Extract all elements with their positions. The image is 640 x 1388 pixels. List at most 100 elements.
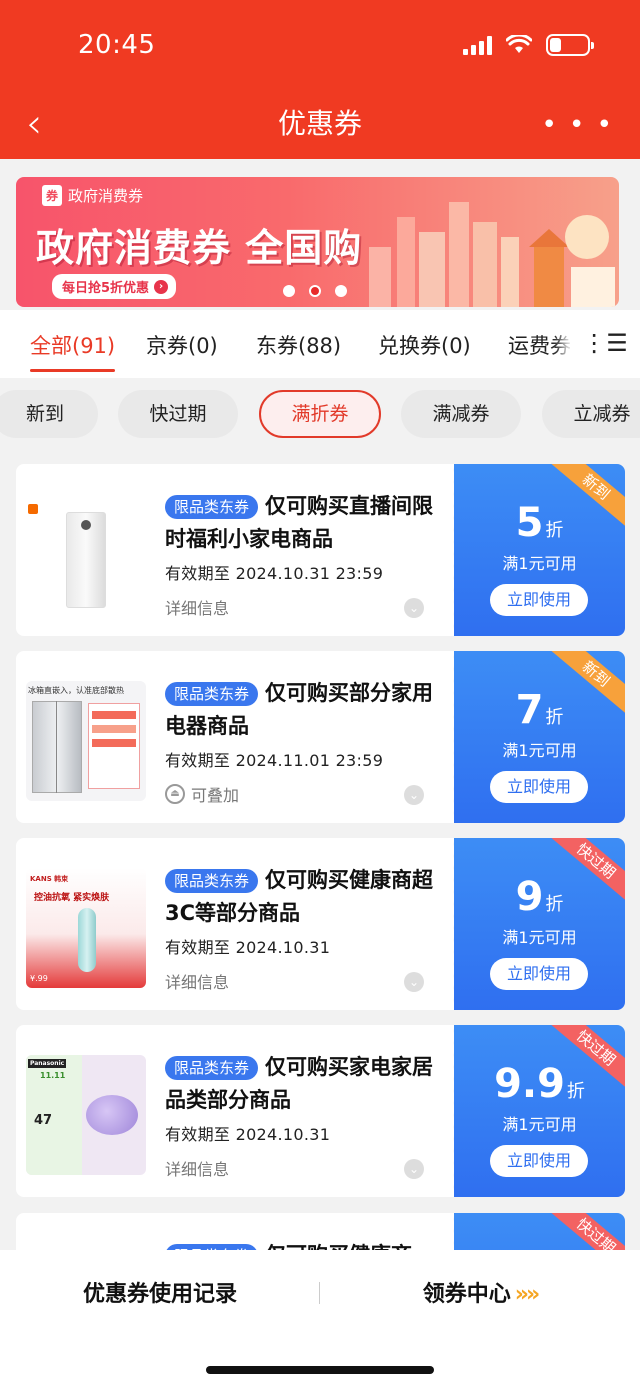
bottom-bar: 优惠券使用记录 领券中心»» xyxy=(0,1250,640,1388)
discount-unit: 折 xyxy=(545,520,564,541)
coupon-title: 仅可购买部分家用电器商品 xyxy=(165,681,433,738)
coupon-value: 快过期 9.9 折 满1元可用 立即使用 xyxy=(454,1025,625,1197)
coupon-amount: 7折 xyxy=(454,687,625,733)
tab-all[interactable]: 全部(91) xyxy=(30,330,116,372)
coupon-detail-link[interactable]: 详细信息 xyxy=(165,969,229,993)
coupon-validity: 有效期至 2024.10.31 xyxy=(165,1125,331,1144)
use-now-button[interactable]: 立即使用 xyxy=(490,958,588,990)
signal-icon xyxy=(463,35,492,55)
carousel-indicator xyxy=(283,285,347,297)
thumb-price: 47 xyxy=(34,1113,53,1128)
coupon-detail-link[interactable]: 详细信息 xyxy=(165,595,229,619)
product-thumbnail xyxy=(26,494,146,614)
coupon-threshold: 满1元可用 xyxy=(502,928,577,947)
chevron-down-icon[interactable]: ⌄ xyxy=(404,785,424,805)
coupon-history-button[interactable]: 优惠券使用记录 xyxy=(0,1276,320,1308)
tab-menu-icon[interactable]: ⋮☰ xyxy=(570,320,640,366)
coupon-amount: 9折 xyxy=(454,874,625,920)
tab-dong[interactable]: 东券(88) xyxy=(256,330,341,360)
banner-badge-label: 政府消费券 xyxy=(68,187,144,205)
home-indicator xyxy=(206,1366,434,1374)
stackable-text: 可叠加 xyxy=(191,786,240,805)
coupon-card[interactable]: 冰箱直嵌入，认准底部散热 限品类东券 仅可购买部分家用电器商品 有效期至 202… xyxy=(16,651,625,823)
product-thumbnail: Panasonic 11.11 47 xyxy=(26,1055,146,1175)
use-now-button[interactable]: 立即使用 xyxy=(490,584,588,616)
chip-discount[interactable]: 满折券 xyxy=(259,390,381,438)
coupon-info: 冰箱直嵌入，认准底部散热 限品类东券 仅可购买部分家用电器商品 有效期至 202… xyxy=(16,651,458,823)
coupon-validity: 有效期至 2024.11.01 23:59 xyxy=(165,751,384,770)
tab-jing[interactable]: 京券(0) xyxy=(146,330,218,360)
tab-shipping[interactable]: 运费券 xyxy=(508,330,571,360)
city-skyline-image xyxy=(369,202,615,307)
chevron-down-icon[interactable]: ⌄ xyxy=(404,598,424,618)
chevrons-right-icon: »» xyxy=(514,1282,540,1307)
thumb-price: ¥.99 xyxy=(30,974,48,983)
chevron-down-icon[interactable]: ⌄ xyxy=(404,972,424,992)
chevron-down-icon[interactable]: ⌄ xyxy=(404,1159,424,1179)
detail-label: 详细信息 xyxy=(165,599,230,618)
product-thumbnail: 冰箱直嵌入，认准底部散热 xyxy=(26,681,146,801)
filter-chips: 新到 快过期 满折券 满减券 立减券 xyxy=(0,380,640,450)
coupon-title: 仅可购买直播间限时福利小家电商品 xyxy=(165,494,433,551)
discount-unit: 折 xyxy=(545,894,564,915)
product-thumbnail: KANS 韩束 控油抗氧 紧实焕肤 ¥.99 xyxy=(26,868,146,988)
detail-label: 详细信息 xyxy=(165,1160,230,1179)
thumb-caption: 控油抗氧 紧实焕肤 xyxy=(34,893,110,903)
chip-instant[interactable]: 立减券 xyxy=(542,390,640,438)
carousel-dot-active[interactable] xyxy=(309,285,321,297)
more-button[interactable]: • • • xyxy=(541,110,614,140)
detail-label: 详细信息 xyxy=(165,973,230,992)
coupon-validity: 有效期至 2024.10.31 23:59 xyxy=(165,564,384,583)
coupon-info: 限品类东券 仅可购买直播间限时福利小家电商品 有效期至 2024.10.31 2… xyxy=(16,464,458,636)
discount-value: 5 xyxy=(515,500,544,546)
coupon-badge-icon: 券 xyxy=(42,185,63,206)
brand-logo xyxy=(28,504,38,514)
banner-cta-label: 每日抢5折优惠 xyxy=(62,281,150,296)
coupon-card[interactable]: KANS 韩束 控油抗氧 紧实焕肤 ¥.99 限品类东券 仅可购买健康商超3C等… xyxy=(16,838,625,1010)
use-now-button[interactable]: 立即使用 xyxy=(490,1145,588,1177)
discount-value: 7 xyxy=(515,687,544,733)
coupon-title: 仅可购买健康商超3C等部分商品 xyxy=(165,868,433,925)
coupon-info: Panasonic 11.11 47 限品类东券 仅可购买家电家居品类部分商品 … xyxy=(16,1025,458,1197)
stackable-label: ⏏ 可叠加 xyxy=(165,782,239,806)
coupon-center-button[interactable]: 领券中心»» xyxy=(320,1276,640,1308)
banner-title: 政府消费券 全国购 xyxy=(36,226,363,270)
use-now-button[interactable]: 立即使用 xyxy=(490,771,588,803)
coupon-card[interactable]: 限品类东券 仅可购买直播间限时福利小家电商品 有效期至 2024.10.31 2… xyxy=(16,464,625,636)
banner-cta[interactable]: 每日抢5折优惠 › xyxy=(52,274,177,299)
coupon-value: 新到 5折 满1元可用 立即使用 xyxy=(454,464,625,636)
coupon-validity: 有效期至 2024.10.31 xyxy=(165,938,331,957)
tab-exchange[interactable]: 兑换券(0) xyxy=(378,330,471,360)
status-time: 20:45 xyxy=(78,30,156,60)
brand-logo: KANS 韩束 xyxy=(30,875,69,883)
wifi-icon xyxy=(506,35,532,53)
layers-icon: ⏏ xyxy=(165,784,185,804)
coupon-detail-link[interactable]: 详细信息 xyxy=(165,1156,229,1180)
discount-unit: 折 xyxy=(545,707,564,728)
chip-reduction[interactable]: 满减券 xyxy=(401,390,521,438)
thumb-caption: 冰箱直嵌入，认准底部散热 xyxy=(28,686,124,695)
coupon-value: 新到 7折 满1元可用 立即使用 xyxy=(454,651,625,823)
coupon-title: 仅可购买家电家居品类部分商品 xyxy=(165,1055,433,1112)
brand-logo: Panasonic xyxy=(28,1059,67,1068)
coupon-type-tabs: 全部(91) 京券(0) 东券(88) 兑换券(0) 运费券 ⋮☰ xyxy=(0,310,640,378)
carousel-dot[interactable] xyxy=(283,285,295,297)
coupon-threshold: 满1元可用 xyxy=(502,554,577,573)
battery-icon xyxy=(546,34,594,56)
chevron-right-icon: › xyxy=(154,279,169,294)
promo-badge: 11.11 xyxy=(40,1071,66,1080)
carousel-dot[interactable] xyxy=(335,285,347,297)
discount-value: 9.9 xyxy=(494,1061,565,1107)
chip-expiring[interactable]: 快过期 xyxy=(118,390,238,438)
coupon-center-label: 领券中心 xyxy=(422,1282,511,1307)
status-icons xyxy=(463,34,594,56)
coupon-threshold: 满1元可用 xyxy=(502,741,577,760)
coupon-value: 快过期 9折 满1元可用 立即使用 xyxy=(454,838,625,1010)
chip-new[interactable]: 新到 xyxy=(0,390,98,438)
coupon-threshold: 满1元可用 xyxy=(502,1115,577,1134)
coupon-card[interactable]: Panasonic 11.11 47 限品类东券 仅可购买家电家居品类部分商品 … xyxy=(16,1025,625,1197)
coupon-info: KANS 韩束 控油抗氧 紧实焕肤 ¥.99 限品类东券 仅可购买健康商超3C等… xyxy=(16,838,458,1010)
discount-value: 9 xyxy=(515,874,544,920)
top-bar: 20:45 ‹ 优惠券 • • • xyxy=(0,0,640,159)
banner-badge: 券 政府消费券 xyxy=(42,185,143,206)
